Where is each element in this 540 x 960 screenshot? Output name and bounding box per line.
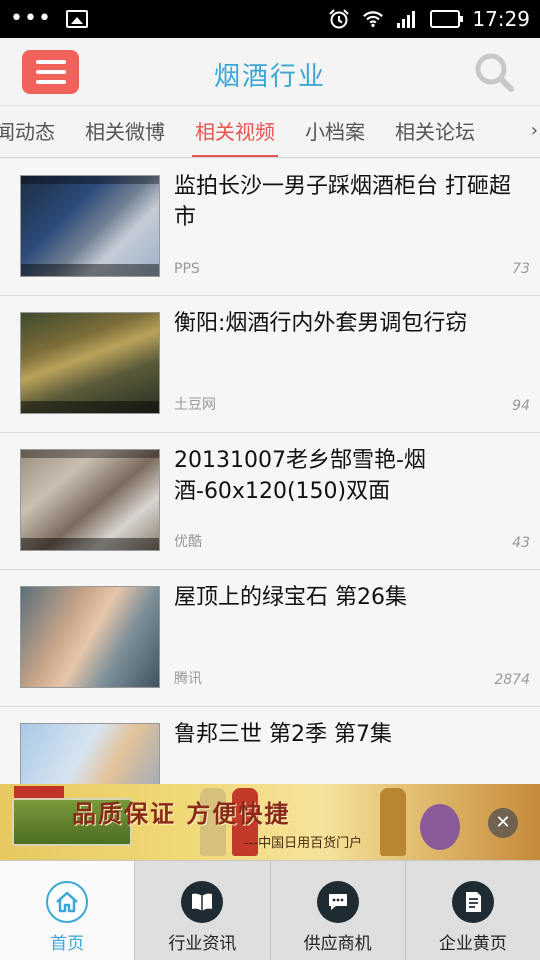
home-icon (46, 881, 89, 923)
book-icon (181, 881, 224, 923)
tab-news[interactable]: 闻动态 (0, 106, 70, 157)
video-source: 优酷 (174, 534, 202, 550)
video-list: 监拍长沙一男子踩烟酒柜台 打砸超市 PPS 73 衡阳:烟酒行内外套男调包行窃 … (0, 159, 540, 844)
close-icon[interactable]: ✕ (488, 808, 518, 838)
video-source: 腾讯 (174, 671, 202, 687)
video-source: 土豆网 (174, 397, 216, 413)
list-item[interactable]: 监拍长沙一男子踩烟酒柜台 打砸超市 PPS 73 (0, 159, 540, 296)
video-title: 衡阳:烟酒行内外套男调包行窃 (174, 311, 468, 336)
wifi-icon (362, 8, 384, 30)
ad-product-image (420, 804, 460, 850)
nav-label: 供应商机 (303, 934, 372, 954)
tab-forum[interactable]: 相关论坛 (380, 106, 490, 157)
view-count: 2874 (494, 672, 530, 688)
app-header: 烟酒行业 (0, 38, 540, 106)
search-icon (475, 53, 514, 92)
alarm-icon (328, 8, 350, 30)
category-tabs: 闻动态 相关微博 相关视频 小档案 相关论坛 › (0, 106, 540, 158)
view-count: 94 (512, 398, 530, 414)
nav-yellow-pages[interactable]: 企业黄页 (406, 861, 540, 960)
video-source: PPS (174, 261, 200, 277)
video-title: 鲁邦三世 第2季 第7集 (174, 722, 392, 747)
chat-icon (316, 881, 359, 923)
ad-headline: 品质保证 方便快捷 (72, 800, 291, 828)
video-thumbnail (20, 312, 160, 414)
status-bar: ••• 17:29 (0, 0, 540, 38)
video-title: 屋顶上的绿宝石 第26集 (174, 585, 407, 610)
nav-home[interactable]: 首页 (0, 861, 136, 960)
list-item[interactable]: 屋顶上的绿宝石 第26集 腾讯 2874 (0, 570, 540, 707)
list-item[interactable]: 20131007老乡郜雪艳-烟酒-60x120(150)双面 优酷 43 (0, 433, 540, 570)
video-thumbnail (20, 449, 160, 551)
video-thumbnail (20, 175, 160, 277)
video-title: 监拍长沙一男子踩烟酒柜台 打砸超市 (174, 174, 511, 230)
ad-banner[interactable]: 品质保证 方便快捷 ---中国日用百货门户 ✕ (0, 784, 540, 860)
search-button[interactable] (472, 50, 516, 94)
document-icon (451, 881, 494, 923)
battery-icon (430, 10, 464, 28)
nav-supply-opportunities[interactable]: 供应商机 (271, 861, 406, 960)
list-item[interactable]: 衡阳:烟酒行内外套男调包行窃 土豆网 94 (0, 296, 540, 433)
image-notification-icon (65, 10, 88, 28)
page-title: 烟酒行业 (213, 62, 326, 92)
ad-subline: ---中国日用百货门户 (244, 836, 363, 851)
more-dots-icon: ••• (10, 6, 52, 31)
view-count: 43 (512, 535, 530, 551)
nav-label: 企业黄页 (438, 934, 507, 954)
clock-time: 17:29 (472, 7, 530, 31)
nav-label: 首页 (50, 934, 85, 954)
chevron-right-icon[interactable]: › (526, 120, 538, 141)
tab-videos[interactable]: 相关视频 (180, 106, 290, 157)
view-count: 73 (512, 261, 530, 277)
nav-label: 行业资讯 (168, 934, 237, 954)
signal-icon (396, 8, 418, 30)
tab-weibo[interactable]: 相关微博 (70, 106, 180, 157)
nav-industry-news[interactable]: 行业资讯 (135, 861, 271, 960)
video-thumbnail (20, 586, 160, 688)
video-title: 20131007老乡郜雪艳-烟酒-60x120(150)双面 (174, 448, 426, 504)
tab-profile[interactable]: 小档案 (290, 106, 380, 157)
ad-product-image (380, 788, 406, 856)
bottom-nav: 首页 行业资讯 供应商机 企业黄页 (0, 860, 540, 960)
